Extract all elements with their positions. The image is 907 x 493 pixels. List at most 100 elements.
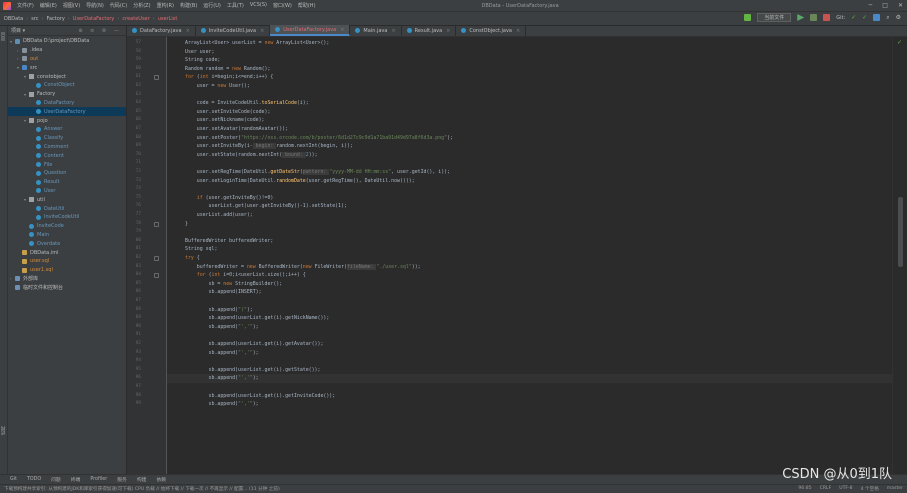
line-separator[interactable]: CRLF <box>820 486 832 492</box>
tree-item[interactable]: Answer <box>8 125 126 134</box>
tree-item[interactable]: › 外部库 <box>8 275 126 284</box>
breadcrumb-item[interactable]: UserDataFactory <box>73 16 115 22</box>
menu-item[interactable]: 帮助(H) <box>298 2 316 9</box>
code-token: if <box>196 194 206 201</box>
breadcrumb-item[interactable]: DBData <box>4 16 23 22</box>
fold-marker-icon[interactable] <box>154 75 159 81</box>
tree-item[interactable]: user1.sql <box>8 266 126 275</box>
menu-item[interactable]: 工具(T) <box>227 2 244 9</box>
code-editor[interactable]: ArrayList<User> userList = new ArrayList… <box>167 37 892 474</box>
tree-item[interactable]: ▾ constobject <box>8 72 126 81</box>
tree-item[interactable]: DBData.iml <box>8 248 126 257</box>
tree-item[interactable]: ▾ pojo <box>8 116 126 125</box>
caret-position[interactable]: 96:85 <box>798 486 811 492</box>
debug-icon[interactable] <box>810 14 818 21</box>
status-message[interactable]: 下载预构建共享索引: 从预构建的JDK和库索引获得加速(可下载) CPU 负载 … <box>4 486 280 492</box>
bottom-tool-button[interactable]: 问题 <box>51 476 61 483</box>
tree-item[interactable]: Main <box>8 231 126 240</box>
git-update-icon[interactable]: ✓ <box>851 14 856 21</box>
tree-item[interactable]: ▾ Factory <box>8 90 126 99</box>
project-tool-label[interactable]: 项目 <box>1 32 7 41</box>
bottom-tool-button[interactable]: 依赖 <box>156 476 166 483</box>
tree-item[interactable]: Overdate <box>8 239 126 248</box>
project-view-select[interactable]: 项目 ▾ <box>11 27 25 34</box>
menu-item[interactable]: 视图(V) <box>63 2 80 9</box>
editor-tab[interactable]: ConstObject.java × <box>456 25 527 36</box>
tree-item[interactable]: Content <box>8 151 126 160</box>
menu-item[interactable]: 代码(C) <box>110 2 127 9</box>
menu-item[interactable]: 导航(N) <box>86 2 104 9</box>
inspection-ok-icon[interactable]: ✓ <box>897 39 903 46</box>
fold-marker-icon[interactable] <box>154 273 159 279</box>
tree-item[interactable]: UserDataFactory <box>8 107 126 117</box>
tree-item[interactable]: Question <box>8 169 126 178</box>
tree-item[interactable]: DataFactory <box>8 99 126 108</box>
breadcrumb-item[interactable]: userList <box>158 16 178 22</box>
tree-item[interactable]: ConstObject <box>8 81 126 90</box>
tab-close-icon[interactable]: × <box>516 28 520 34</box>
menu-item[interactable]: 构建(B) <box>180 2 197 9</box>
tree-item[interactable]: File <box>8 160 126 169</box>
menu-item[interactable]: 分析(Z) <box>133 2 150 9</box>
menu-item[interactable]: 重构(R) <box>157 2 174 9</box>
tree-item[interactable]: DateUtil <box>8 204 126 213</box>
structure-tool-label[interactable]: 结构 <box>1 426 7 435</box>
editor-scrollbar[interactable]: ✓ <box>892 37 907 474</box>
tree-item[interactable]: ▾ src <box>8 63 126 72</box>
tree-item[interactable]: Result <box>8 178 126 187</box>
tree-item[interactable]: › out <box>8 55 126 64</box>
fold-marker-icon[interactable] <box>154 221 159 227</box>
bottom-tool-button[interactable]: 服务 <box>117 476 127 483</box>
bottom-tool-button[interactable]: Git <box>10 477 17 482</box>
tab-close-icon[interactable]: × <box>260 28 264 34</box>
scrollbar-thumb[interactable] <box>898 197 903 267</box>
editor-tab[interactable]: InviteCodeUtil.java × <box>196 25 271 36</box>
bottom-tool-button[interactable]: 构建 <box>137 476 147 483</box>
menu-item[interactable]: 窗口(W) <box>273 2 292 9</box>
tab-close-icon[interactable]: × <box>446 28 450 34</box>
git-commit-icon[interactable]: ✓ <box>862 14 867 21</box>
bottom-tool-button[interactable]: 终端 <box>71 476 81 483</box>
settings-gear-icon[interactable]: ⚙ <box>896 14 901 21</box>
editor-tab[interactable]: Main.java × <box>350 25 402 36</box>
menu-item[interactable]: 编辑(E) <box>40 2 57 9</box>
minimize-icon[interactable]: ─ <box>869 2 873 9</box>
bottom-tool-button[interactable]: TODO <box>27 477 41 482</box>
project-panel-tools[interactable]: ⊕ ≡ ⚙ — <box>78 28 122 34</box>
menu-item[interactable]: VCS(S) <box>250 2 267 9</box>
editor-tab[interactable]: Result.java × <box>402 25 457 36</box>
search-icon[interactable]: ⌕ <box>886 14 889 22</box>
breadcrumb-item[interactable]: src <box>31 16 38 22</box>
tab-close-icon[interactable]: × <box>340 27 344 33</box>
fold-marker-icon[interactable] <box>154 256 159 261</box>
tree-item[interactable]: InviteCode <box>8 222 126 231</box>
tab-close-icon[interactable]: × <box>391 28 395 34</box>
menu-item[interactable]: 文件(F) <box>17 2 34 9</box>
tree-item[interactable]: › .idea <box>8 46 126 55</box>
run-configuration-select[interactable]: 当前文件 <box>757 13 792 22</box>
menu-item[interactable]: 运行(U) <box>203 2 221 9</box>
git-push-icon[interactable] <box>873 14 881 21</box>
tree-item[interactable]: ▾ DBData D:\project\DBData <box>8 37 126 46</box>
close-icon[interactable]: ✕ <box>898 2 903 9</box>
breadcrumb-item[interactable]: createUser <box>122 16 149 22</box>
editor-tab[interactable]: UserDataFactory.java × <box>270 25 351 36</box>
tree-item[interactable]: 临时文件和控制台 <box>8 283 126 292</box>
tree-item[interactable]: Classify <box>8 134 126 143</box>
editor-tab[interactable]: DataFactory.java × <box>127 25 196 36</box>
build-hammer-icon[interactable] <box>744 14 752 21</box>
tree-item[interactable]: user.sql <box>8 257 126 266</box>
indent-setting[interactable]: 4 个空格 <box>861 486 879 492</box>
vcs-branch[interactable]: master <box>887 486 903 492</box>
run-icon[interactable] <box>797 14 805 21</box>
stop-icon[interactable] <box>823 14 831 21</box>
tree-item[interactable]: Comment <box>8 143 126 152</box>
tree-item[interactable]: InviteCodeUtil <box>8 213 126 222</box>
tree-item[interactable]: User <box>8 187 126 196</box>
file-encoding[interactable]: UTF-8 <box>839 486 852 492</box>
tab-close-icon[interactable]: × <box>186 28 190 34</box>
bottom-tool-button[interactable]: Profiler <box>90 477 107 482</box>
maximize-icon[interactable]: □ <box>882 2 888 9</box>
tree-item[interactable]: ▾ util <box>8 195 126 204</box>
breadcrumb-item[interactable]: Factory <box>47 16 65 22</box>
